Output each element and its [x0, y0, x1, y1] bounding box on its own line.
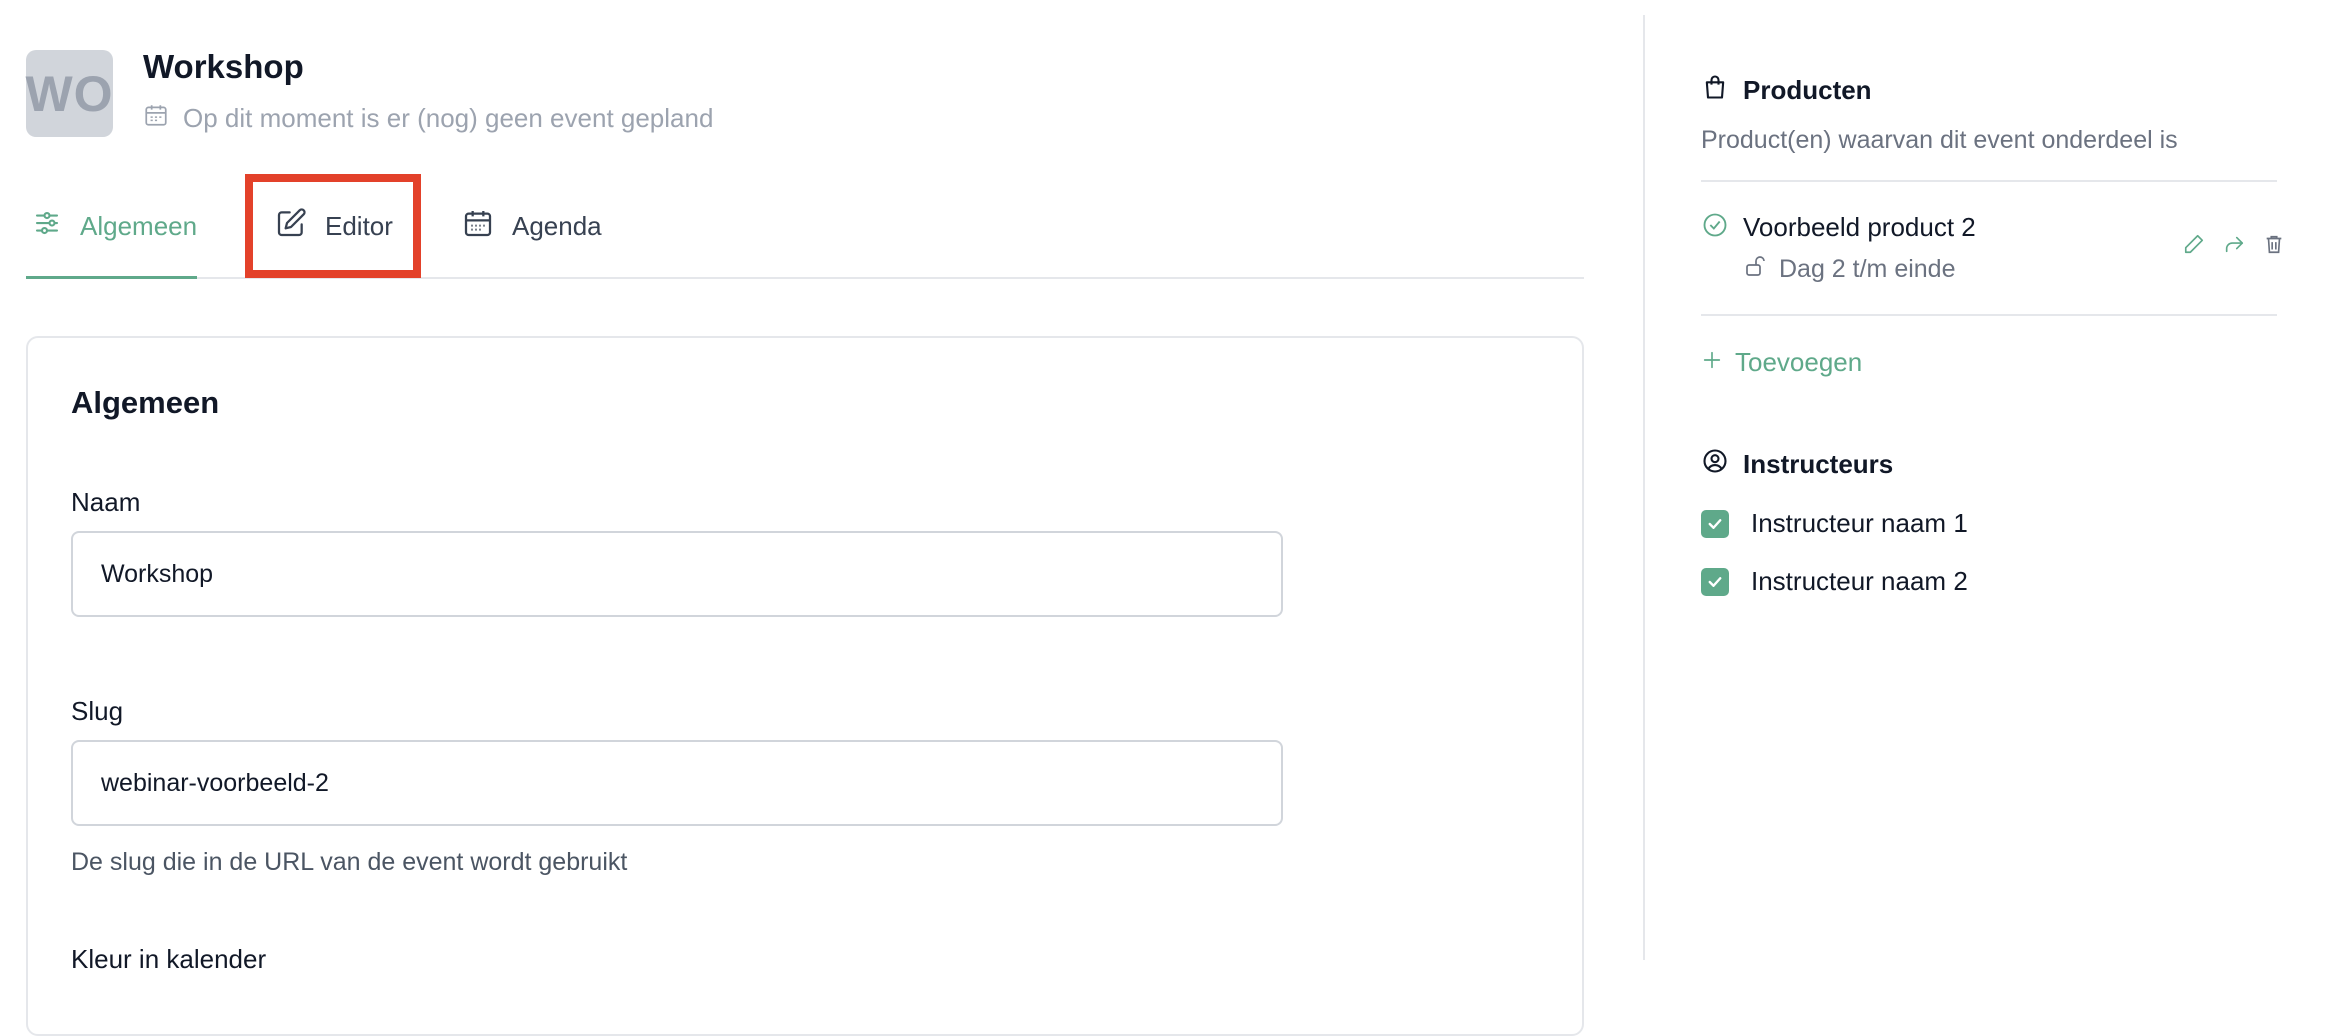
page-title: Workshop — [143, 48, 304, 85]
edit-icon[interactable] — [2183, 233, 2205, 260]
tab-agenda[interactable]: Agenda — [462, 175, 602, 277]
tab-algemeen[interactable]: Algemeen — [26, 175, 198, 279]
user-circle-icon — [1701, 447, 1729, 482]
trash-icon[interactable] — [2263, 233, 2285, 260]
naam-label: Naam — [71, 487, 141, 517]
card-title: Algemeen — [71, 385, 220, 420]
section-title-text: Producten — [1743, 75, 1872, 105]
shopping-bag-icon — [1701, 73, 1729, 108]
sliders-icon — [32, 208, 62, 245]
plus-icon — [1701, 347, 1723, 378]
product-access-text: Dag 2 t/m einde — [1779, 255, 1956, 283]
instructeur-row[interactable]: Instructeur naam 2 — [1701, 566, 1968, 597]
section-title-text: Instructeurs — [1743, 449, 1894, 479]
active-tab-indicator — [26, 276, 198, 279]
event-schedule-status: Op dit moment is er (nog) geen event gep… — [143, 102, 713, 135]
product-item: Voorbeeld product 2 Dag 2 t/m einde — [1701, 211, 2282, 285]
share-icon[interactable] — [2223, 233, 2245, 260]
slug-input[interactable] — [71, 740, 1283, 826]
divider — [1701, 180, 2277, 182]
subtitle-text: Op dit moment is er (nog) geen event gep… — [183, 103, 714, 133]
tab-label: Algemeen — [80, 210, 198, 241]
calendar-icon — [462, 207, 494, 246]
instructeur-name: Instructeur naam 1 — [1751, 508, 1968, 538]
check-circle-icon — [1701, 211, 1729, 244]
panel-divider — [1643, 15, 1645, 960]
avatar: WO — [25, 50, 113, 137]
general-settings-card — [26, 336, 1584, 1036]
editor-tab-highlight — [245, 174, 421, 278]
naam-input[interactable] — [71, 531, 1283, 617]
tab-label: Agenda — [512, 210, 602, 241]
instructeur-name: Instructeur naam 2 — [1751, 566, 1968, 596]
instructeur-row[interactable]: Instructeur naam 1 — [1701, 508, 1968, 539]
add-product-button[interactable]: Toevoegen — [1701, 347, 1862, 378]
product-actions — [2183, 233, 2285, 260]
divider — [1701, 314, 2277, 316]
instructeurs-title: Instructeurs — [1701, 447, 1893, 482]
product-name: Voorbeeld product 2 — [1743, 212, 1976, 242]
producten-title: Producten — [1701, 73, 1872, 108]
slug-helper-text: De slug die in de URL van de event wordt… — [71, 848, 628, 876]
instructeur-checkbox[interactable] — [1701, 509, 1729, 538]
slug-label: Slug — [71, 696, 124, 726]
producten-description: Product(en) waarvan dit event onderdeel … — [1701, 126, 2178, 154]
add-label: Toevoegen — [1735, 347, 1863, 377]
unlock-icon — [1743, 254, 1767, 285]
instructeur-checkbox[interactable] — [1701, 567, 1729, 596]
calendar-icon — [143, 102, 169, 135]
